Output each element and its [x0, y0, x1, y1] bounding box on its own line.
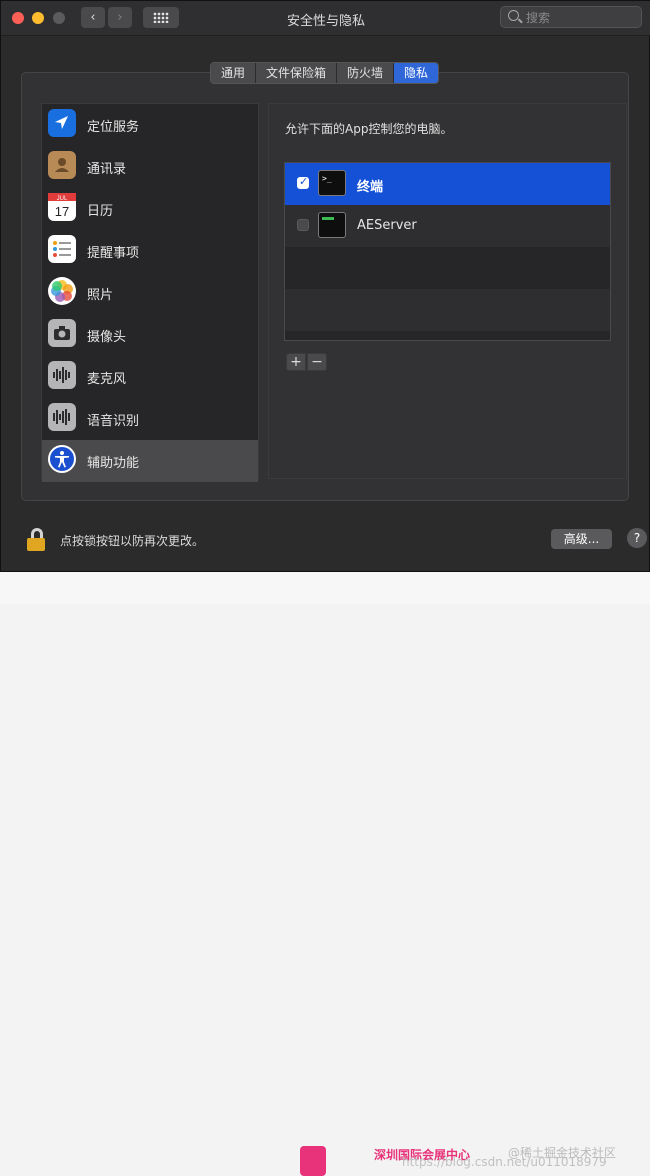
sidebar-item-label: 定位服务 — [87, 120, 140, 135]
tab-filevault[interactable]: 文件保险箱 — [256, 63, 338, 83]
tab-bar: 通用 文件保险箱 防火墙 隐私 — [210, 62, 440, 84]
add-app-button[interactable]: + — [286, 353, 306, 371]
location-icon — [48, 109, 76, 137]
sidebar-item-label: 照片 — [87, 288, 114, 303]
sidebar-item-location[interactable]: 定位服务 — [42, 104, 258, 146]
privacy-sidebar: 定位服务 通讯录 JUL 17 日历 提醒事项 照片 摄像头 麦克风 语音识别 … — [41, 103, 259, 482]
app-list: >_ 终端 AEServer — [284, 162, 611, 341]
app-checkbox[interactable] — [297, 175, 309, 189]
svg-text:JUL: JUL — [57, 196, 68, 202]
app-row-terminal[interactable]: >_ 终端 — [285, 163, 610, 205]
app-row-aeserver[interactable]: AEServer — [285, 205, 610, 247]
microphone-icon — [48, 361, 76, 389]
tab-general[interactable]: 通用 — [211, 63, 257, 83]
search-icon — [508, 10, 519, 21]
app-checkbox[interactable] — [297, 219, 309, 231]
sidebar-item-label: 提醒事项 — [87, 246, 140, 261]
title-bar: ‹ › 安全性与隐私 — [1, 1, 650, 36]
tab-firewall[interactable]: 防火墙 — [337, 63, 395, 83]
remove-app-button[interactable]: − — [307, 353, 327, 371]
search-field[interactable] — [500, 6, 642, 28]
preferences-window: ‹ › 安全性与隐私 通用 文件保险箱 防火墙 隐私 定位服务 通讯录 — [0, 0, 650, 572]
sidebar-item-photos[interactable]: 照片 — [42, 272, 258, 314]
camera-icon — [48, 319, 76, 347]
sidebar-item-label: 语音识别 — [87, 414, 140, 429]
sidebar-item-reminders[interactable]: 提醒事项 — [42, 230, 258, 272]
sidebar-item-speech-recognition[interactable]: 语音识别 — [42, 398, 258, 440]
brand-logo — [300, 1146, 326, 1176]
permission-description: 允许下面的App控制您的电脑。 — [285, 122, 453, 136]
photos-icon — [48, 277, 76, 305]
app-icon — [318, 212, 346, 238]
contacts-icon — [48, 151, 76, 179]
sidebar-item-calendar[interactable]: JUL 17 日历 — [42, 188, 258, 230]
search-input[interactable] — [524, 9, 638, 27]
list-item — [285, 331, 610, 340]
tab-privacy[interactable]: 隐私 — [394, 63, 439, 83]
sidebar-item-microphone[interactable]: 麦克风 — [42, 356, 258, 398]
accessibility-icon — [48, 445, 76, 473]
help-button[interactable]: ? — [627, 528, 647, 548]
background-banner: 深圳国际会展中心 https://blog.csdn.net/u01101897… — [0, 572, 650, 1176]
lock-hint-text: 点按锁按钮以防再次更改。 — [60, 534, 205, 548]
sidebar-item-contacts[interactable]: 通讯录 — [42, 146, 258, 188]
sidebar-item-label: 通讯录 — [87, 162, 127, 177]
sidebar-item-label: 摄像头 — [87, 330, 127, 345]
sidebar-item-accessibility[interactable]: 辅助功能 — [42, 440, 258, 482]
sidebar-item-camera[interactable]: 摄像头 — [42, 314, 258, 356]
app-name: 终端 — [357, 180, 384, 195]
sidebar-item-label: 麦克风 — [87, 372, 127, 387]
sidebar-item-label: 日历 — [87, 204, 114, 219]
watermark-community: @稀土掘金技术社区 — [508, 1146, 617, 1160]
speech-recognition-icon — [48, 403, 76, 431]
lock-icon[interactable] — [27, 528, 45, 551]
svg-text:17: 17 — [55, 204, 69, 219]
sidebar-item-label: 辅助功能 — [87, 456, 140, 471]
app-name: AEServer — [357, 218, 417, 233]
reminders-icon — [48, 235, 76, 263]
list-item — [285, 289, 610, 331]
terminal-icon: >_ — [318, 170, 346, 196]
calendar-icon: JUL 17 — [48, 193, 76, 221]
advanced-button[interactable]: 高级... — [551, 529, 612, 549]
list-item — [285, 247, 610, 289]
